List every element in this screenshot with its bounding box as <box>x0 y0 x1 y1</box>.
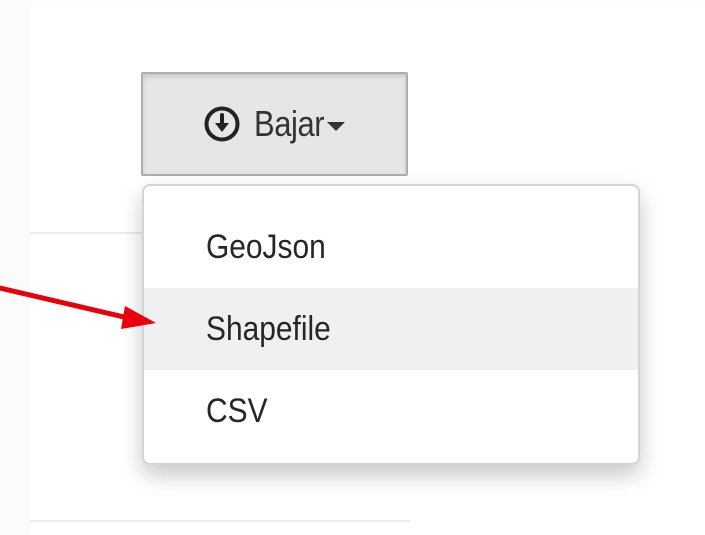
caret-down-icon <box>327 121 346 131</box>
menu-item-label: GeoJson <box>206 228 326 266</box>
top-strip <box>0 0 705 8</box>
menu-item-label: CSV <box>206 392 268 430</box>
menu-item-shapefile[interactable]: Shapefile <box>144 288 638 370</box>
menu-item-csv[interactable]: CSV <box>144 370 638 452</box>
left-strip <box>0 0 30 535</box>
menu-item-geojson[interactable]: GeoJson <box>144 206 638 288</box>
download-format-menu: GeoJson Shapefile CSV <box>142 184 640 465</box>
page: Bajar GeoJson Shapefile CSV <box>0 0 705 535</box>
divider-lower <box>30 520 410 522</box>
download-button[interactable]: Bajar <box>141 72 408 176</box>
download-button-label: Bajar <box>253 103 325 144</box>
menu-item-label: Shapefile <box>206 310 331 348</box>
download-circle-icon <box>204 106 240 142</box>
